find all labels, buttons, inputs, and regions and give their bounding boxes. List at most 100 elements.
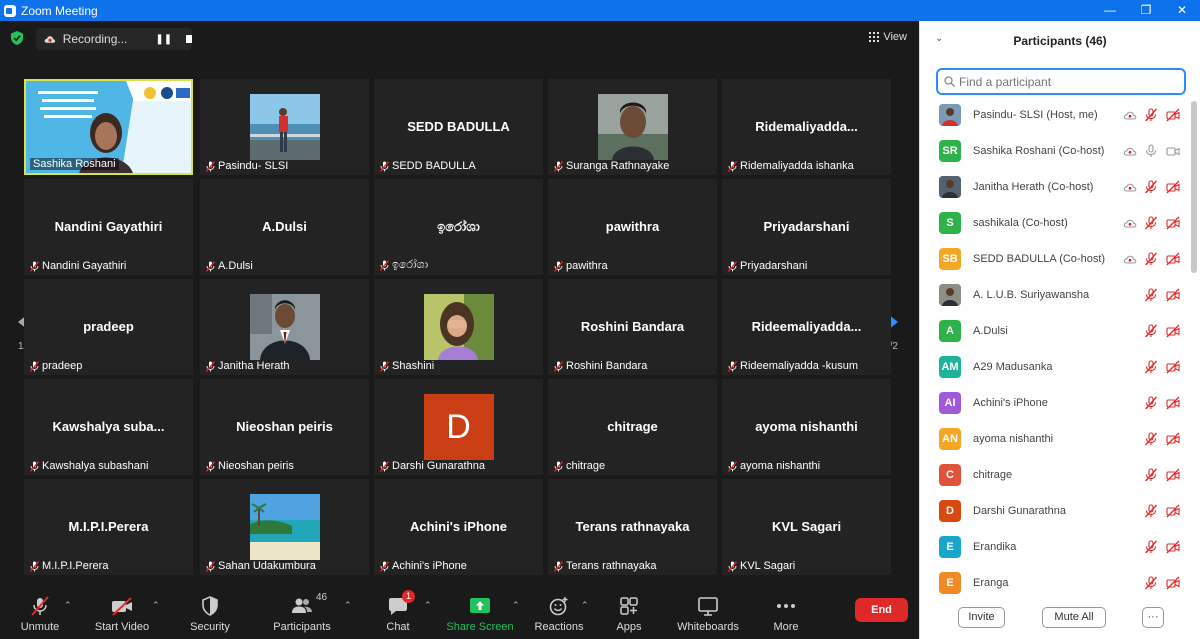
- video-tile[interactable]: Shashini: [374, 279, 543, 375]
- video-off-icon[interactable]: [1166, 108, 1180, 122]
- zoom-app-icon: [4, 4, 16, 17]
- video-off-icon[interactable]: [1166, 540, 1180, 554]
- participants-button[interactable]: 46 ⌃ Participants: [262, 588, 351, 639]
- recording-text: Recording...: [62, 32, 128, 46]
- participant-row[interactable]: SB SEDD BADULLA (Co-host): [920, 243, 1192, 279]
- video-tile[interactable]: pawithra pawithra: [548, 179, 717, 275]
- video-off-icon[interactable]: [1166, 468, 1180, 482]
- video-tile[interactable]: A.Dulsi A.Dulsi: [200, 179, 369, 275]
- minimize-button[interactable]: —: [1092, 0, 1128, 21]
- video-tile[interactable]: Achini's iPhone Achini's iPhone: [374, 479, 543, 575]
- muted-mic-icon[interactable]: [1144, 468, 1158, 482]
- participant-display-name: Terans rathnayaka: [575, 519, 690, 534]
- participant-row[interactable]: Ssashikala (Co-host): [920, 207, 1192, 243]
- video-tile[interactable]: Terans rathnayaka Terans rathnayaka: [548, 479, 717, 575]
- muted-mic-icon[interactable]: [1144, 540, 1158, 554]
- video-tile[interactable]: ayoma nishanthi ayoma nishanthi: [722, 379, 891, 475]
- muted-mic-icon[interactable]: [1144, 504, 1158, 518]
- video-off-icon[interactable]: [1166, 288, 1180, 302]
- pause-recording-icon[interactable]: ❚❚: [155, 34, 172, 45]
- stop-recording-icon[interactable]: [186, 35, 192, 43]
- search-input[interactable]: [959, 74, 1169, 89]
- video-tile[interactable]: Rideemaliyadda... Rideemaliyadda -kusum: [722, 279, 891, 375]
- reactions-button[interactable]: ⌃ Reactions: [519, 588, 599, 639]
- video-tile[interactable]: ඉරෝශා ඉරෝශා: [374, 179, 543, 275]
- muted-mic-icon[interactable]: [1144, 108, 1158, 122]
- mute-all-button[interactable]: Mute All: [1042, 607, 1106, 628]
- share-screen-button[interactable]: ⌃ Share Screen: [440, 588, 520, 639]
- participant-row[interactable]: AN ayoma nishanthi: [920, 423, 1192, 459]
- video-off-icon[interactable]: [1166, 504, 1180, 518]
- participant-row[interactable]: Pasindu- SLSI (Host, me): [920, 99, 1192, 135]
- apps-button[interactable]: Apps: [589, 588, 669, 639]
- unmute-button[interactable]: ⌃ Unmute: [0, 588, 80, 639]
- video-tile[interactable]: Roshini Bandara Roshini Bandara: [548, 279, 717, 375]
- video-tile[interactable]: Sahan Udakumbura: [200, 479, 369, 575]
- start-video-button[interactable]: ⌃ Start Video: [82, 588, 162, 639]
- reactions-options-caret[interactable]: ⌃: [581, 600, 589, 611]
- participant-row[interactable]: Cchitrage: [920, 459, 1192, 495]
- video-off-icon[interactable]: [1166, 324, 1180, 338]
- video-off-icon[interactable]: [1166, 576, 1180, 590]
- participant-row[interactable]: E Eranga: [920, 567, 1192, 603]
- video-off-icon[interactable]: [1166, 216, 1180, 230]
- video-tile[interactable]: Priyadarshani Priyadarshani: [722, 179, 891, 275]
- video-tile[interactable]: Janitha Herath: [200, 279, 369, 375]
- video-off-icon[interactable]: [1166, 360, 1180, 374]
- participant-row[interactable]: D Darshi Gunarathna: [920, 495, 1192, 531]
- audio-options-caret[interactable]: ⌃: [64, 600, 72, 611]
- maximize-button[interactable]: ❐: [1128, 0, 1164, 21]
- participant-row[interactable]: A. L.U.B. Suriyawansha: [920, 279, 1192, 315]
- video-tile[interactable]: Kawshalya suba... Kawshalya subashani: [24, 379, 193, 475]
- security-shield-icon[interactable]: [10, 31, 24, 45]
- video-off-icon[interactable]: [1166, 180, 1180, 194]
- chat-button[interactable]: 1 ⌃ Chat: [358, 588, 438, 639]
- participant-row[interactable]: Janitha Herath (Co-host): [920, 171, 1192, 207]
- close-button[interactable]: ✕: [1164, 0, 1200, 21]
- security-button[interactable]: Security: [170, 588, 250, 639]
- more-options-button[interactable]: ···: [1142, 607, 1164, 628]
- video-off-icon[interactable]: [1166, 396, 1180, 410]
- muted-mic-icon[interactable]: [1144, 396, 1158, 410]
- participant-search[interactable]: [936, 68, 1186, 95]
- video-tile[interactable]: Suranga Rathnayake: [548, 79, 717, 175]
- muted-mic-icon[interactable]: [1144, 252, 1158, 266]
- video-tile[interactable]: D Darshi Gunarathna: [374, 379, 543, 475]
- video-tile[interactable]: SEDD BADULLA SEDD BADULLA: [374, 79, 543, 175]
- muted-mic-icon[interactable]: [1144, 180, 1158, 194]
- chat-options-caret[interactable]: ⌃: [424, 600, 432, 611]
- video-icon[interactable]: [1166, 144, 1180, 158]
- video-tile[interactable]: pradeep pradeep: [24, 279, 193, 375]
- video-tile[interactable]: Nandini Gayathiri Nandini Gayathiri: [24, 179, 193, 275]
- muted-mic-icon[interactable]: [1144, 216, 1158, 230]
- video-tile[interactable]: Ridemaliyadda... Ridemaliyadda ishanka: [722, 79, 891, 175]
- video-tile[interactable]: chitrage chitrage: [548, 379, 717, 475]
- whiteboards-button[interactable]: Whiteboards: [668, 588, 748, 639]
- mic-icon[interactable]: [1144, 144, 1158, 158]
- more-button[interactable]: More: [746, 588, 826, 639]
- participant-row[interactable]: A A.Dulsi: [920, 315, 1192, 351]
- participant-row[interactable]: AI Achini's iPhone: [920, 387, 1192, 423]
- muted-mic-icon[interactable]: [1144, 360, 1158, 374]
- video-off-icon[interactable]: [1166, 432, 1180, 446]
- muted-mic-icon[interactable]: [1144, 576, 1158, 590]
- video-tile[interactable]: KVL Sagari KVL Sagari: [722, 479, 891, 575]
- muted-mic-icon: [380, 360, 389, 372]
- muted-mic-icon[interactable]: [1144, 324, 1158, 338]
- participant-list-scrollbar[interactable]: [1191, 101, 1197, 273]
- participant-row[interactable]: E Erandika: [920, 531, 1192, 567]
- video-tile[interactable]: Nieoshan peiris Nieoshan peiris: [200, 379, 369, 475]
- participants-options-caret[interactable]: ⌃: [344, 600, 352, 611]
- video-tile[interactable]: M.I.P.I.Perera M.I.P.I.Perera: [24, 479, 193, 575]
- view-button[interactable]: View: [869, 31, 907, 43]
- end-meeting-button[interactable]: End: [855, 598, 908, 622]
- participant-row[interactable]: AM A29 Madusanka: [920, 351, 1192, 387]
- video-off-icon[interactable]: [1166, 252, 1180, 266]
- muted-mic-icon[interactable]: [1144, 432, 1158, 446]
- participant-row[interactable]: SR Sashika Roshani (Co-host): [920, 135, 1192, 171]
- video-tile[interactable]: Pasindu- SLSI: [200, 79, 369, 175]
- video-options-caret[interactable]: ⌃: [152, 600, 160, 611]
- muted-mic-icon[interactable]: [1144, 288, 1158, 302]
- invite-button[interactable]: Invite: [958, 607, 1005, 628]
- video-tile[interactable]: Sashika Roshani: [24, 79, 193, 175]
